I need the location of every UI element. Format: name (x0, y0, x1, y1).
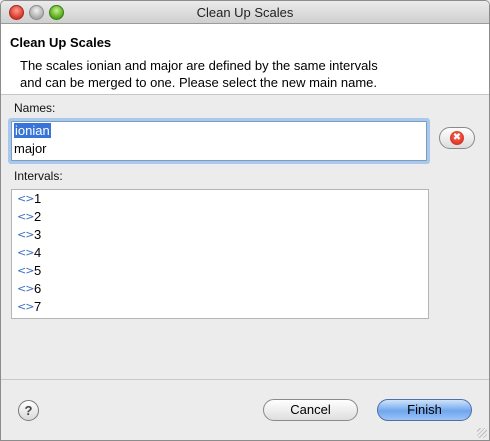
remove-name-button[interactable]: ✖ (439, 127, 475, 149)
help-icon[interactable]: ? (18, 400, 39, 421)
remove-icon: ✖ (450, 131, 464, 145)
interval-row[interactable]: <> 1 (12, 190, 428, 208)
intervals-list[interactable]: <> 1 <> 2 <> 3 <> 4 <> 5 <> 6 <> 7 (11, 189, 429, 319)
interval-row[interactable]: <> 5 (12, 262, 428, 280)
names-list-item-major[interactable]: major (12, 140, 426, 158)
names-list-item-ionian[interactable]: ionian (12, 122, 426, 140)
title-bar[interactable]: Clean Up Scales (1, 1, 489, 24)
header-message: The scales ionian and major are defined … (20, 57, 460, 91)
interval-arrows-icon: <> (17, 210, 34, 223)
dialog-header: Clean Up Scales The scales ionian and ma… (1, 24, 489, 95)
window-title: Clean Up Scales (196, 5, 294, 20)
names-list[interactable]: ionian major (11, 121, 427, 161)
header-message-line-1: The scales ionian and major are defined … (20, 58, 378, 73)
interval-arrows-icon: <> (17, 282, 34, 295)
interval-arrows-icon: <> (17, 264, 34, 277)
intervals-label: Intervals: (14, 169, 63, 183)
interval-arrows-icon: <> (17, 192, 34, 205)
names-label: Names: (14, 101, 56, 115)
interval-arrows-icon: <> (17, 300, 34, 313)
header-message-line-2: and can be merged to one. Please select … (20, 75, 377, 90)
interval-row[interactable]: <> 7 (12, 298, 428, 316)
cancel-button[interactable]: Cancel (263, 399, 358, 421)
interval-arrows-icon: <> (17, 228, 34, 241)
interval-row[interactable]: <> 6 (12, 280, 428, 298)
dialog-window: Clean Up Scales Clean Up Scales The scal… (0, 0, 490, 441)
interval-arrows-icon: <> (17, 246, 34, 259)
interval-row[interactable]: <> 2 (12, 208, 428, 226)
interval-row[interactable]: <> 3 (12, 226, 428, 244)
interval-row[interactable]: <> 4 (12, 244, 428, 262)
footer-divider (1, 379, 489, 380)
header-title: Clean Up Scales (10, 35, 112, 50)
finish-button[interactable]: Finish (377, 399, 472, 421)
resize-grip[interactable] (477, 428, 487, 438)
